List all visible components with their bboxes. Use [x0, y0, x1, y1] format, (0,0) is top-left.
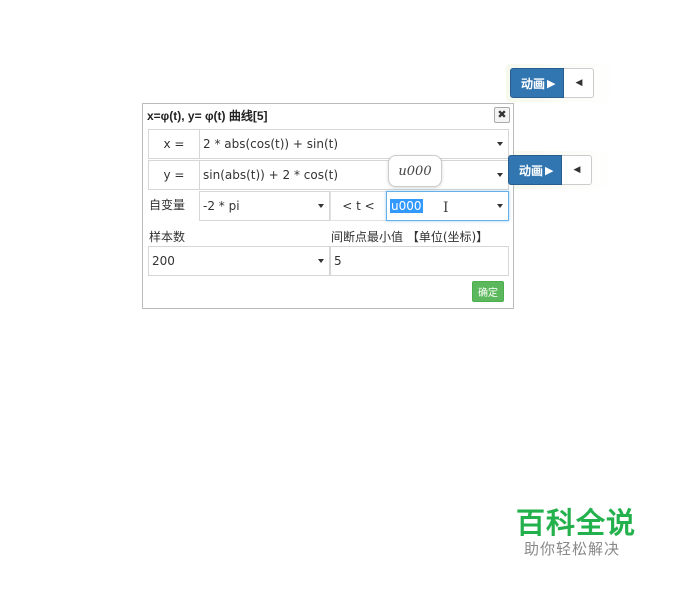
watermark-subtitle: 助你轻松解决: [524, 540, 621, 558]
play-icon: ▶: [545, 163, 554, 177]
x-expression-value: 2 * abs(cos(t)) + sin(t): [203, 137, 339, 151]
animate-button[interactable]: 动画 ▶: [508, 155, 563, 185]
close-icon: ✖: [497, 108, 507, 121]
animate-button[interactable]: 动画 ▶: [510, 68, 565, 98]
ok-button[interactable]: 确定: [472, 281, 504, 302]
t-min-value: -2 * pi: [203, 199, 240, 213]
x-label: x =: [148, 129, 200, 159]
autocomplete-tooltip: u000: [388, 155, 442, 187]
triangle-left-icon: ◀: [573, 165, 581, 175]
t-max-value: u000: [390, 199, 423, 213]
step-back-button[interactable]: ◀: [564, 68, 595, 98]
x-expression-select[interactable]: 2 * abs(cos(t)) + sin(t): [199, 129, 509, 159]
breakpoint-value: 5: [334, 254, 342, 268]
dialog-title: x=φ(t), y= φ(t) 曲线[5]: [147, 109, 268, 123]
chevron-down-icon: [497, 204, 503, 208]
t-range-label: < t <: [330, 191, 387, 221]
animation-toolbar-top: 动画 ▶ ◀: [506, 64, 617, 102]
parametric-curve-dialog: x=φ(t), y= φ(t) 曲线[5] ✖ x = 2 * abs(cos(…: [142, 103, 514, 309]
breakpoint-label: 间断点最小值 【单位(坐标)】: [331, 230, 489, 244]
chevron-down-icon: [497, 173, 503, 177]
animate-label: 动画: [519, 163, 544, 178]
close-button[interactable]: ✖: [494, 107, 510, 123]
chevron-down-icon: [497, 142, 503, 146]
animate-label: 动画: [521, 76, 546, 91]
samples-select[interactable]: 200: [148, 246, 330, 276]
chevron-down-icon: [318, 259, 324, 263]
triangle-left-icon: ◀: [575, 78, 583, 88]
variable-label: 自变量: [149, 198, 186, 212]
text-cursor-icon: I: [443, 200, 449, 216]
chevron-down-icon: [318, 204, 324, 208]
y-expression-select[interactable]: sin(abs(t)) + 2 * cos(t): [199, 160, 509, 190]
animation-toolbar-mid: 动画 ▶ ◀: [504, 151, 615, 189]
samples-value: 200: [152, 254, 175, 268]
watermark-title: 百科全说: [516, 506, 637, 540]
breakpoint-input[interactable]: 5: [330, 246, 509, 276]
play-icon: ▶: [547, 76, 556, 90]
y-label: y =: [148, 160, 200, 190]
y-expression-value: sin(abs(t)) + 2 * cos(t): [203, 168, 339, 182]
samples-label: 样本数: [149, 230, 186, 244]
step-back-button[interactable]: ◀: [562, 155, 593, 185]
t-min-select[interactable]: -2 * pi: [199, 191, 330, 221]
